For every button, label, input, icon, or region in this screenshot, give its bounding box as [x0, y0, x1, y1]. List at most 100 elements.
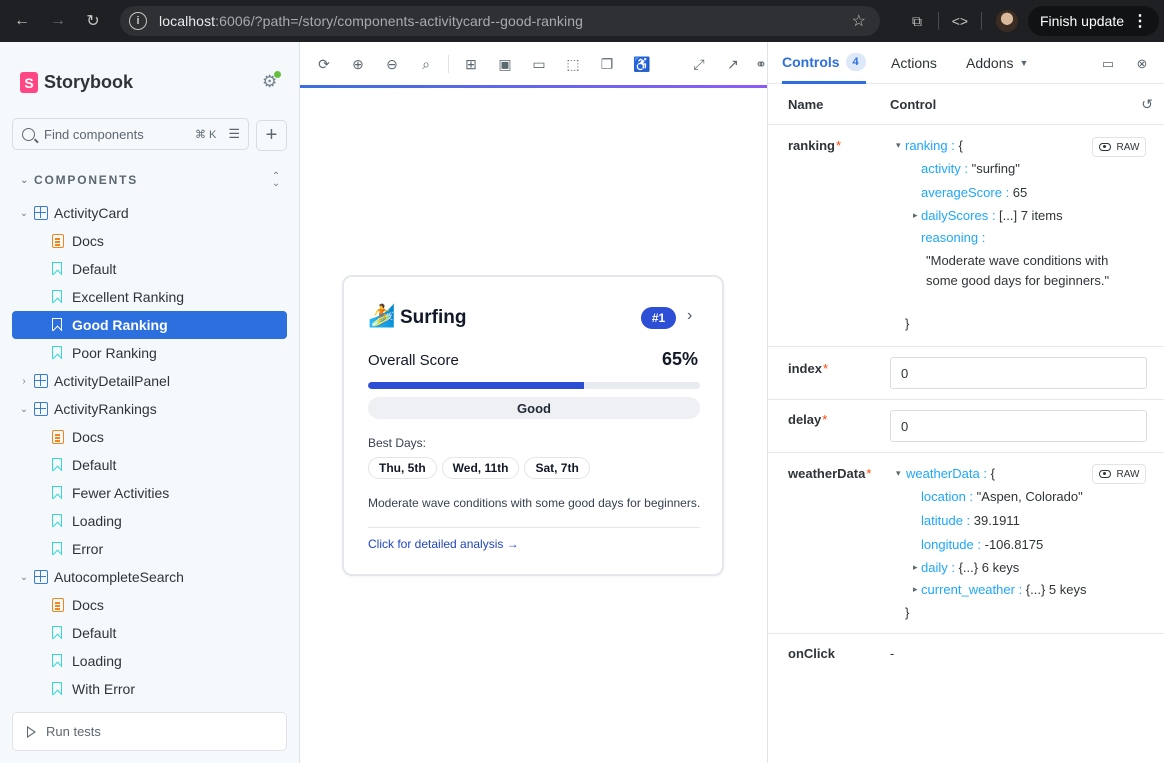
- back-icon[interactable]: ←: [9, 8, 35, 34]
- activity-card[interactable]: 🏄 Surfing #1 › Overall Score 65% Good Be…: [342, 275, 724, 576]
- tree-story-item[interactable]: Fewer Activities: [12, 479, 287, 507]
- reset-controls-icon[interactable]: ↺: [1141, 96, 1153, 113]
- control-row-ranking: ranking* RAW ▾ ranking : { activity : "s…: [768, 126, 1164, 347]
- tree-component-item[interactable]: › ActivityDetailPanel: [12, 367, 287, 395]
- address-bar[interactable]: i localhost:6006/?path=/story/components…: [120, 6, 880, 36]
- open-new-tab-icon[interactable]: ↗: [725, 56, 741, 72]
- collapse-caret-icon[interactable]: ▾: [896, 140, 901, 151]
- zoom-out-icon[interactable]: ⊖: [384, 56, 400, 72]
- tab-addons-label: Addons: [966, 55, 1014, 71]
- close-panel-icon[interactable]: ⊗: [1134, 56, 1150, 72]
- more-menu-icon[interactable]: ⋮: [1132, 11, 1148, 31]
- grid-icon[interactable]: ⊞: [463, 56, 479, 72]
- json-current-weather[interactable]: current_weather : {...} 5 keys: [921, 582, 1087, 597]
- tree-story-item[interactable]: Error: [12, 535, 287, 563]
- site-info-icon[interactable]: i: [129, 12, 147, 30]
- toolbar-divider: [937, 12, 939, 30]
- tree-component-item[interactable]: ⌄ AutocompleteSearch: [12, 563, 287, 591]
- tree-item-label: Fewer Activities: [72, 485, 170, 501]
- storybook-brand[interactable]: S Storybook: [20, 72, 133, 93]
- json-reasoning-line-1[interactable]: "Moderate wave conditions with: [926, 253, 1108, 268]
- json-root-weather-data: weatherData : {: [906, 466, 995, 481]
- components-section-header[interactable]: ⌄ COMPONENTS ⌃ ⌄: [20, 172, 282, 189]
- json-daily-scores[interactable]: dailyScores : [...] 7 items: [921, 208, 1063, 223]
- measure-icon[interactable]: ❐: [599, 56, 615, 72]
- component-icon: [34, 402, 48, 416]
- json-average-score[interactable]: averageScore : 65: [921, 185, 1027, 200]
- zoom-reset-icon[interactable]: ⌕: [418, 56, 434, 72]
- raw-toggle-button[interactable]: RAW: [1092, 464, 1146, 484]
- json-daily[interactable]: daily : {...} 6 keys: [921, 560, 1019, 575]
- chevron-right-icon[interactable]: ›: [18, 376, 30, 387]
- zoom-in-icon[interactable]: ⊕: [350, 56, 366, 72]
- bookmark-icon: [52, 318, 62, 331]
- viewport-icon[interactable]: ▭: [531, 56, 547, 72]
- tree-story-item[interactable]: Docs: [12, 591, 287, 619]
- tree-story-item[interactable]: Docs: [12, 423, 287, 451]
- tree-item-label: Loading: [72, 653, 122, 669]
- tab-addons[interactable]: Addons ▼: [966, 42, 1028, 84]
- rating-badge: Good: [368, 397, 700, 419]
- expand-collapse-icon[interactable]: ⌃ ⌄: [270, 172, 282, 189]
- tab-actions[interactable]: Actions: [891, 42, 937, 84]
- json-longitude[interactable]: longitude : -106.8175: [921, 537, 1043, 552]
- expand-caret-icon[interactable]: ▸: [913, 584, 918, 595]
- tree-story-item[interactable]: Default: [12, 619, 287, 647]
- json-location[interactable]: location : "Aspen, Colorado": [921, 489, 1083, 504]
- tree-component-item[interactable]: ⌄ ActivityCard: [12, 199, 287, 227]
- chevron-down-icon[interactable]: ⌄: [18, 572, 30, 583]
- filter-icon[interactable]: ☰: [228, 126, 240, 142]
- best-day-pill: Thu, 5th: [368, 457, 437, 479]
- search-input[interactable]: Find components ⌘ K ☰: [12, 118, 249, 150]
- background-icon[interactable]: ▣: [497, 56, 513, 72]
- chevron-right-icon[interactable]: ›: [687, 307, 692, 325]
- accessibility-icon[interactable]: ♿: [633, 56, 650, 72]
- sidebar: S Storybook ⚙ Find components ⌘ K ☰ + ⌄ …: [0, 42, 300, 763]
- forward-icon[interactable]: →: [45, 8, 71, 34]
- score-value: 65%: [661, 349, 698, 369]
- extensions-icon[interactable]: ⧉: [900, 6, 934, 36]
- index-number-input[interactable]: 0: [890, 357, 1147, 389]
- tab-controls[interactable]: Controls 4: [782, 42, 866, 84]
- panel-tabs: Controls 4 Actions Addons ▼ ▭ ⊗: [768, 42, 1164, 84]
- delay-number-input[interactable]: 0: [890, 410, 1147, 442]
- tree-story-item[interactable]: Good Ranking: [12, 311, 287, 339]
- card-divider: [368, 527, 700, 528]
- tree-story-item[interactable]: Poor Ranking: [12, 339, 287, 367]
- score-label: Overall Score: [368, 352, 459, 369]
- json-latitude[interactable]: latitude : 39.1911: [921, 513, 1020, 528]
- finish-update-label: Finish update: [1039, 13, 1124, 29]
- tree-story-item[interactable]: With Error: [12, 675, 287, 703]
- tree-story-item[interactable]: Docs: [12, 227, 287, 255]
- url-text[interactable]: localhost:6006/?path=/story/components-a…: [159, 13, 583, 29]
- chevron-down-icon[interactable]: ⌄: [18, 208, 30, 219]
- raw-toggle-button[interactable]: RAW: [1092, 137, 1146, 157]
- panel-position-icon[interactable]: ▭: [1100, 56, 1116, 72]
- bookmark-star-icon[interactable]: ☆: [852, 11, 866, 31]
- expand-caret-icon[interactable]: ▸: [913, 210, 918, 221]
- tree-story-item[interactable]: Loading: [12, 647, 287, 675]
- json-reasoning-line-2[interactable]: some good days for beginners.": [926, 273, 1109, 288]
- reload-icon[interactable]: ↻: [80, 8, 106, 34]
- json-activity[interactable]: activity : "surfing": [921, 161, 1020, 176]
- collapse-caret-icon[interactable]: ▾: [896, 468, 901, 479]
- expand-caret-icon[interactable]: ▸: [913, 562, 918, 573]
- tree-story-item[interactable]: Default: [12, 255, 287, 283]
- tree-story-item[interactable]: Loading: [12, 507, 287, 535]
- browser-toolbar: ← → ↻ i localhost:6006/?path=/story/comp…: [0, 0, 1164, 42]
- detailed-analysis-link[interactable]: Click for detailed analysis →: [368, 537, 519, 551]
- prop-name-weather-data: weatherData*: [788, 466, 872, 481]
- profile-avatar[interactable]: [995, 10, 1018, 32]
- devtools-icon[interactable]: <>: [943, 6, 977, 36]
- tree-story-item[interactable]: Default: [12, 451, 287, 479]
- finish-update-button[interactable]: Finish update ⋮: [1027, 6, 1159, 36]
- chevron-down-icon[interactable]: ⌄: [18, 404, 30, 415]
- tree-component-item[interactable]: ⌄ ActivityRankings: [12, 395, 287, 423]
- add-story-button[interactable]: +: [256, 120, 287, 151]
- run-tests-button[interactable]: Run tests: [12, 712, 287, 751]
- fullscreen-icon[interactable]: ⤢: [691, 56, 707, 72]
- tree-story-item[interactable]: Excellent Ranking: [12, 283, 287, 311]
- chevron-down-icon: ⌄: [20, 174, 29, 186]
- outline-icon[interactable]: ⬚: [565, 56, 581, 72]
- remount-icon[interactable]: ⟳: [316, 56, 332, 72]
